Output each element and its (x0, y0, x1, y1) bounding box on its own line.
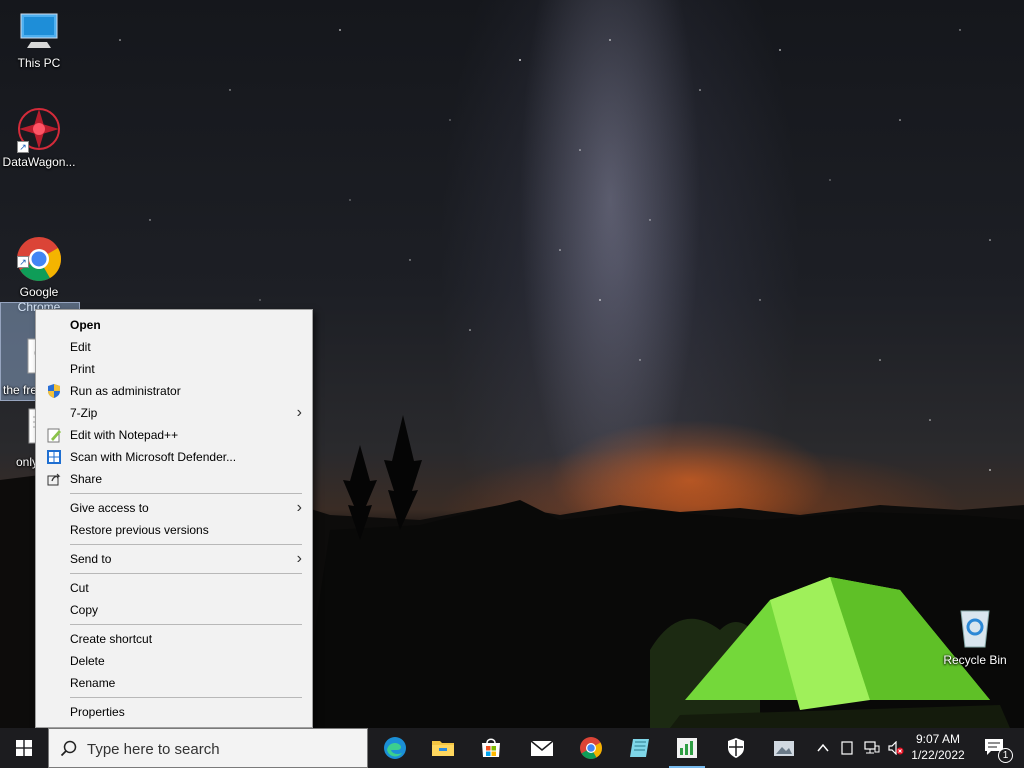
taskbar: 9:07 AM 1/22/2022 1 (0, 728, 1024, 768)
menu-separator (70, 624, 302, 625)
menu-item-scan-with-defender[interactable]: Scan with Microsoft Defender... (36, 446, 312, 468)
menu-item-label: Properties (70, 705, 125, 719)
taskbar-app-photo[interactable] (760, 728, 808, 768)
start-button[interactable] (0, 728, 48, 768)
menu-separator (70, 573, 302, 574)
menu-item-run-as-administrator[interactable]: Run as administrator (36, 380, 312, 402)
search-icon (60, 740, 77, 757)
menu-item-label: Print (70, 362, 95, 376)
desktop-icon-label: Recycle Bin (943, 653, 1007, 667)
taskbar-app-chrome[interactable] (567, 728, 615, 768)
network-icon (864, 741, 880, 754)
tray-volume[interactable] (884, 728, 906, 768)
clock-time: 9:07 AM (915, 732, 961, 746)
taskbar-app-file-explorer[interactable] (419, 728, 467, 768)
desktop-icon-label: This PC (17, 56, 61, 70)
chart-app-icon (677, 738, 697, 758)
submenu-arrow-icon: › (296, 499, 302, 516)
menu-item-label: Scan with Microsoft Defender... (70, 450, 237, 464)
taskbar-app-mail[interactable] (518, 728, 566, 768)
taskbar-clock[interactable]: 9:07 AM 1/22/2022 (906, 731, 970, 763)
menu-item-open[interactable]: Open (36, 314, 312, 336)
notification-badge: 1 (998, 748, 1013, 763)
menu-item-label: Open (70, 318, 101, 332)
chrome-icon (580, 737, 602, 759)
taskbar-search[interactable] (48, 728, 368, 768)
menu-item-give-access-to[interactable]: Give access to › (36, 497, 312, 519)
mail-icon (530, 740, 554, 756)
clock-date: 1/22/2022 (911, 748, 965, 762)
menu-item-label: Restore previous versions (70, 523, 209, 537)
submenu-arrow-icon: › (296, 550, 302, 567)
volume-muted-icon (888, 741, 904, 755)
menu-item-share[interactable]: Share (36, 468, 312, 490)
windows-logo-icon (16, 740, 32, 756)
taskbar-app-notebook[interactable] (616, 728, 664, 768)
tray-network[interactable] (860, 728, 882, 768)
menu-item-properties[interactable]: Properties (36, 701, 312, 723)
context-menu: Open Edit Print Run as administrator 7-Z… (35, 309, 313, 728)
taskbar-app-shield[interactable] (712, 728, 760, 768)
menu-item-create-shortcut[interactable]: Create shortcut (36, 628, 312, 650)
desktop: This PC ↗ DataWagon... ↗ Google Chrome t… (0, 0, 1024, 728)
shortcut-arrow-icon: ↗ (17, 256, 29, 268)
shortcut-arrow-icon: ↗ (17, 141, 29, 153)
menu-item-label: Edit with Notepad++ (70, 428, 179, 442)
chrome-icon: ↗ (15, 220, 63, 281)
computer-icon (15, 6, 63, 54)
share-icon (46, 471, 62, 487)
datawagon-icon: ↗ (15, 105, 63, 153)
menu-item-print[interactable]: Print (36, 358, 312, 380)
menu-item-label: Create shortcut (70, 632, 153, 646)
menu-item-label: Copy (70, 603, 99, 617)
menu-separator (70, 493, 302, 494)
menu-item-label: Run as administrator (70, 384, 181, 398)
menu-item-label: Give access to (70, 501, 149, 515)
desktop-icon-this-pc[interactable]: This PC (0, 6, 78, 71)
menu-item-label: Send to (70, 552, 112, 566)
tablet-icon (841, 741, 853, 755)
desktop-icon-recycle-bin[interactable]: Recycle Bin (936, 603, 1014, 668)
chevron-up-icon (817, 743, 829, 752)
taskbar-app-store[interactable] (467, 728, 515, 768)
recycle-bin-icon (951, 603, 999, 651)
menu-item-restore-previous-versions[interactable]: Restore previous versions (36, 519, 312, 541)
menu-separator (70, 697, 302, 698)
desktop-icon-datawagon[interactable]: ↗ DataWagon... (0, 105, 78, 170)
action-center-button[interactable]: 1 (976, 728, 1016, 768)
uac-shield-icon (46, 383, 62, 399)
store-icon (482, 738, 500, 757)
menu-item-delete[interactable]: Delete (36, 650, 312, 672)
notepad-plus-plus-icon (46, 427, 62, 443)
desktop-icon-label: DataWagon... (2, 155, 76, 169)
defender-icon (46, 449, 62, 465)
search-input[interactable] (87, 738, 357, 760)
menu-item-send-to[interactable]: Send to › (36, 548, 312, 570)
photo-app-icon (774, 741, 794, 756)
menu-item-label: Edit (70, 340, 91, 354)
taskbar-app-chart[interactable] (663, 728, 711, 768)
submenu-arrow-icon: › (296, 404, 302, 421)
notebook-icon (630, 739, 649, 757)
menu-item-edit-with-notepad-plus-plus[interactable]: Edit with Notepad++ (36, 424, 312, 446)
file-explorer-icon (432, 741, 454, 756)
menu-separator (70, 544, 302, 545)
tray-tablet[interactable] (836, 728, 858, 768)
taskbar-app-edge[interactable] (371, 728, 419, 768)
menu-item-rename[interactable]: Rename (36, 672, 312, 694)
menu-item-label: Share (70, 472, 103, 486)
menu-item-label: Delete (70, 654, 105, 668)
menu-item-edit[interactable]: Edit (36, 336, 312, 358)
menu-item-label: 7-Zip (70, 406, 98, 420)
show-hidden-icons-button[interactable] (812, 728, 834, 768)
menu-item-copy[interactable]: Copy (36, 599, 312, 621)
edge-icon (384, 737, 406, 759)
menu-item-label: Rename (70, 676, 116, 690)
menu-item-label: Cut (70, 581, 89, 595)
shield-app-icon (728, 738, 744, 758)
menu-item-cut[interactable]: Cut (36, 577, 312, 599)
menu-item-7-zip[interactable]: 7-Zip › (36, 402, 312, 424)
